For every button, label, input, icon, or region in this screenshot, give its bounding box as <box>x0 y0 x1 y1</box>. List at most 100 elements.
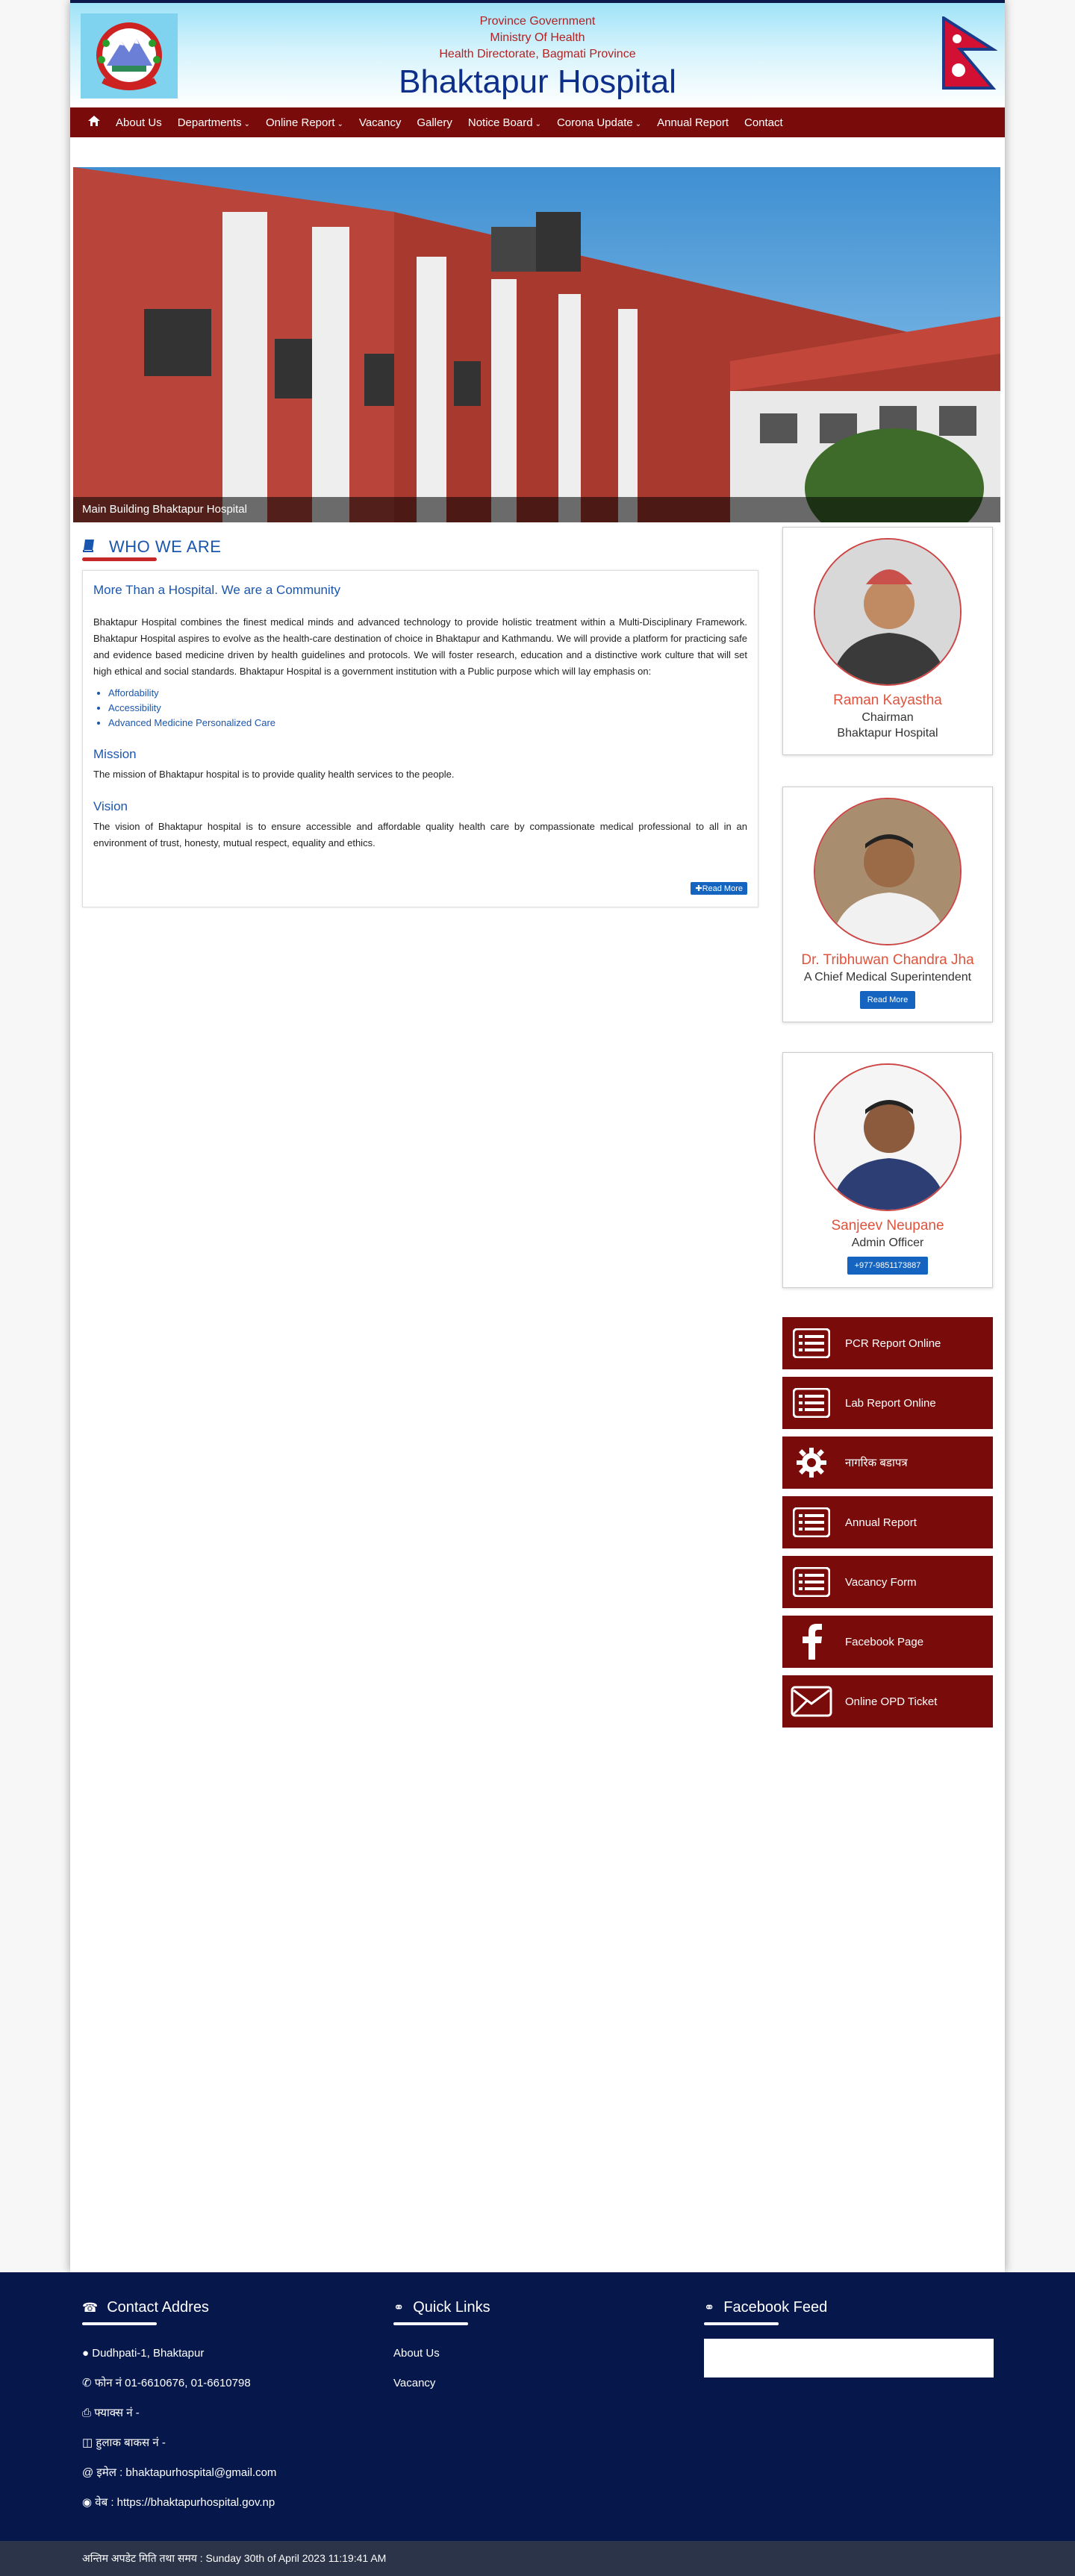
footer-facebook-title: ⚭ Facebook Feed <box>704 2299 828 2316</box>
who-we-are-heading: WHO WE ARE <box>82 534 221 560</box>
book-icon <box>82 538 97 557</box>
about-panel: More Than a Hospital. We are a Community… <box>82 570 758 907</box>
read-more-button[interactable]: Read More <box>859 991 916 1009</box>
mission-title: Mission <box>93 747 137 761</box>
site-footer: ☎ Contact Addres ● Dudhpati-1, Bhaktapur … <box>0 2272 1075 2541</box>
at-icon: @ <box>82 2466 94 2479</box>
avatar <box>814 798 962 945</box>
site-header: Province Government Ministry Of Health H… <box>70 3 1005 107</box>
list-icon <box>788 1563 835 1601</box>
person-card-superintendent: Dr. Tribhuwan Chandra Jha A Chief Medica… <box>782 787 993 1022</box>
inbox-icon: ◫ <box>82 2436 93 2449</box>
vision-text: The vision of Bhaktapur hospital is to e… <box>93 821 747 848</box>
citizen-charter-button[interactable]: नागरिक बडापत्र <box>782 1437 993 1489</box>
facebook-page-button[interactable]: Facebook Page <box>782 1616 993 1668</box>
footer-website[interactable]: ◉ वेब : https://bhaktapurhospital.gov.np <box>82 2488 276 2518</box>
button-label: Annual Report <box>845 1516 917 1529</box>
chevron-down-icon: ⌄ <box>635 119 642 128</box>
mission-text: The mission of Bhaktapur hospital is to … <box>93 769 455 780</box>
site-title[interactable]: Bhaktapur Hospital <box>70 63 1005 101</box>
button-label: Online OPD Ticket <box>845 1695 938 1708</box>
avatar <box>814 1063 962 1211</box>
nav-notice-board[interactable]: Notice Board ⌄ <box>468 116 541 129</box>
nav-vacancy[interactable]: Vacancy <box>359 116 401 129</box>
avatar <box>814 538 962 686</box>
list-icon <box>788 1504 835 1541</box>
nav-about-us[interactable]: About Us <box>116 116 162 129</box>
button-label: Facebook Page <box>845 1635 924 1648</box>
person-name: Raman Kayastha <box>833 693 942 708</box>
nav-annual-report[interactable]: Annual Report <box>657 116 729 129</box>
person-role: A Chief Medical Superintendent <box>803 971 972 984</box>
list-item: Affordability <box>108 686 747 701</box>
section-title: WHO WE ARE <box>109 537 222 556</box>
banner-caption: Main Building Bhaktapur Hospital <box>73 497 1000 522</box>
phone-button[interactable]: +977-9851173887 <box>847 1257 929 1275</box>
vacancy-form-button[interactable]: Vacancy Form <box>782 1556 993 1608</box>
about-subtitle: More Than a Hospital. We are a Community <box>93 583 341 597</box>
footer-facebook: ⚭ Facebook Feed <box>704 2299 994 2378</box>
about-body: Bhaktapur Hospital combines the finest m… <box>93 616 747 677</box>
annual-report-button[interactable]: Annual Report <box>782 1496 993 1548</box>
footer-links-title: ⚭ Quick Links <box>393 2299 490 2316</box>
button-label: Lab Report Online <box>845 1396 936 1410</box>
pcr-report-button[interactable]: PCR Report Online <box>782 1317 993 1369</box>
button-label: Vacancy Form <box>845 1575 917 1589</box>
link-icon: ⚭ <box>704 2300 715 2315</box>
person-role: Admin Officer <box>851 1237 924 1249</box>
map-marker-icon: ● <box>82 2347 90 2360</box>
read-more-button[interactable]: ✚Read More <box>691 882 747 895</box>
footer-email[interactable]: @ इमेल : bhaktapurhospital@gmail.com <box>82 2458 276 2488</box>
link-icon: ⚭ <box>393 2300 405 2315</box>
footer-contact-title: ☎ Contact Addres <box>82 2299 209 2316</box>
plus-icon: ✚ <box>695 884 702 893</box>
gear-icon <box>788 1444 835 1481</box>
person-organization: Bhaktapur Hospital <box>837 727 938 740</box>
footer-fax: ⎙ फ्याक्स नं - <box>82 2407 140 2419</box>
online-opd-ticket-button[interactable]: Online OPD Ticket <box>782 1675 993 1728</box>
person-card-chairman: Raman Kayastha Chairman Bhaktapur Hospit… <box>782 527 993 755</box>
footer-address: ● Dudhpati-1, Bhaktapur <box>82 2347 205 2360</box>
list-icon <box>788 1325 835 1362</box>
home-icon[interactable] <box>88 116 100 129</box>
person-role: Chairman <box>861 711 914 724</box>
person-card-admin-officer: Sanjeev Neupane Admin Officer +977-98511… <box>782 1052 993 1288</box>
nav-online-report[interactable]: Online Report ⌄ <box>266 116 343 129</box>
chevron-down-icon: ⌄ <box>535 119 541 128</box>
phone-square-icon: ☎ <box>82 2300 99 2315</box>
button-label: नागरिक बडापत्र <box>845 1457 908 1469</box>
facebook-feed-widget[interactable] <box>704 2339 994 2378</box>
envelope-icon <box>788 1683 835 1720</box>
footer-quick-links: ⚭ Quick Links About Us Vacancy <box>393 2299 490 2398</box>
header-line-ministry: Ministry Of Health <box>490 31 585 44</box>
header-line-directorate: Health Directorate, Bagmati Province <box>439 48 636 60</box>
lab-report-button[interactable]: Lab Report Online <box>782 1377 993 1429</box>
last-updated-bar: अन्तिम अपडेट मिति तथा समय : Sunday 30th … <box>0 2541 1075 2576</box>
chevron-down-icon: ⌄ <box>243 119 250 128</box>
list-item: Accessibility <box>108 701 747 716</box>
hero-banner-image[interactable]: Main Building Bhaktapur Hospital <box>73 167 1000 522</box>
footer-underline <box>82 2322 157 2325</box>
footer-underline <box>704 2322 779 2325</box>
nav-contact[interactable]: Contact <box>744 116 783 129</box>
footer-underline <box>393 2322 468 2325</box>
nav-gallery[interactable]: Gallery <box>417 116 452 129</box>
page-container: Province Government Ministry Of Health H… <box>70 0 1005 2272</box>
footer-link-about-us[interactable]: About Us <box>393 2339 490 2369</box>
nepal-flag-icon <box>941 15 998 91</box>
list-item: Advanced Medicine Personalized Care <box>108 716 747 731</box>
facebook-icon <box>788 1623 835 1660</box>
footer-po-box: ◫ हुलाक बाकस नं - <box>82 2436 166 2449</box>
footer-link-vacancy[interactable]: Vacancy <box>393 2369 490 2398</box>
globe-icon: ◉ <box>82 2496 93 2509</box>
nav-departments[interactable]: Departments ⌄ <box>178 116 250 129</box>
header-line-province: Province Government <box>479 15 596 28</box>
person-name: Dr. Tribhuwan Chandra Jha <box>801 952 974 968</box>
footer-phone: ✆ फोन नं 01-6610676, 01-6610798 <box>82 2377 251 2389</box>
main-nav: About Us Departments ⌄ Online Report ⌄ Vac… <box>70 107 1005 137</box>
emphasis-list: Affordability Accessibility Advanced Med… <box>108 686 747 731</box>
list-icon <box>788 1384 835 1422</box>
person-name: Sanjeev Neupane <box>831 1218 944 1234</box>
heading-underline <box>82 557 157 561</box>
nav-corona-update[interactable]: Corona Update ⌄ <box>557 116 641 129</box>
